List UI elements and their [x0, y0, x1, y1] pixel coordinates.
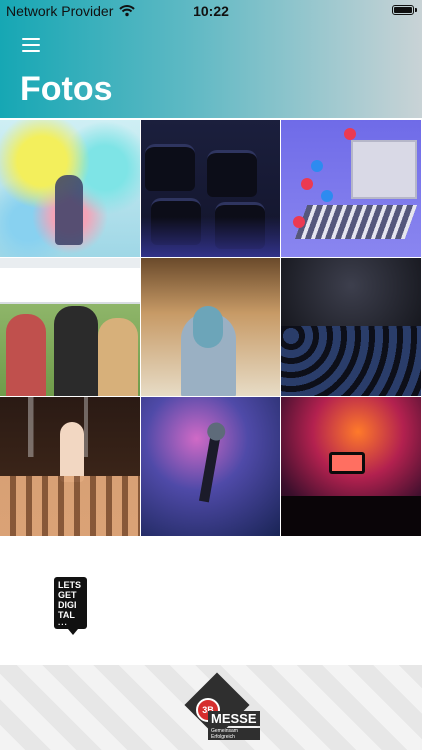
- hair-shape: [193, 306, 223, 348]
- microphone-icon: [198, 431, 222, 503]
- photo-tile-auditorium-seats[interactable]: [141, 120, 280, 257]
- menu-icon-line: [22, 50, 40, 52]
- crowd-silhouette: [281, 496, 421, 536]
- audience-shape: [281, 326, 421, 396]
- light-glow: [141, 217, 280, 257]
- photo-tile-holi-festival[interactable]: [0, 120, 140, 257]
- phone-icon: [329, 452, 365, 474]
- logo-text-line: DIGI: [58, 600, 77, 610]
- photo-tile-concert-crowd[interactable]: [0, 397, 140, 536]
- clock-time: 10:22: [193, 3, 229, 19]
- seat-shape: [207, 150, 257, 197]
- menu-icon-line: [22, 44, 40, 46]
- person-shape: [98, 318, 138, 396]
- photo-tile-conference-speaker[interactable]: [141, 258, 280, 396]
- person-shape: [6, 314, 46, 396]
- heart-icon: [344, 128, 356, 140]
- photo-tile-outdoor-festival[interactable]: [0, 258, 140, 396]
- photo-figure: [55, 175, 83, 245]
- person-shape: [54, 306, 98, 396]
- stage-shape: [351, 140, 417, 199]
- logo-wordmark: MESSE: [208, 711, 260, 726]
- person-shape: [60, 422, 84, 482]
- tent-shape: [0, 268, 140, 304]
- like-icon: [311, 160, 323, 172]
- battery-icon: [392, 5, 417, 15]
- crowd-shape: [294, 205, 418, 239]
- photo-tile-phone-recording[interactable]: [281, 397, 421, 536]
- battery-fill: [394, 7, 412, 13]
- logo-dots: ...: [58, 618, 68, 627]
- seat-shape: [145, 144, 195, 191]
- heart-icon: [293, 216, 305, 228]
- messe-logo[interactable]: 3B MESSE Gemeinsam Erfolgreich: [178, 672, 260, 742]
- logo-text-line: LETS: [58, 580, 82, 590]
- logo-text-line: GET: [58, 590, 77, 600]
- heart-icon: [301, 178, 313, 190]
- photo-tile-livestream-stage[interactable]: [281, 120, 421, 257]
- like-icon: [321, 190, 333, 202]
- photo-tile-dark-audience[interactable]: [281, 258, 421, 396]
- menu-button[interactable]: [22, 38, 40, 52]
- lets-get-digital-logo[interactable]: LETS GET DIGI TAL ...: [54, 577, 87, 635]
- status-bar: Network Provider 10:22: [0, 0, 422, 22]
- photo-tile-microphone[interactable]: [141, 397, 280, 536]
- photo-grid: [0, 120, 422, 538]
- logo-tagline: Gemeinsam Erfolgreich: [208, 728, 260, 740]
- page-title: Fotos: [20, 70, 113, 108]
- menu-icon-line: [22, 38, 40, 40]
- crowd-hands-shape: [0, 476, 140, 536]
